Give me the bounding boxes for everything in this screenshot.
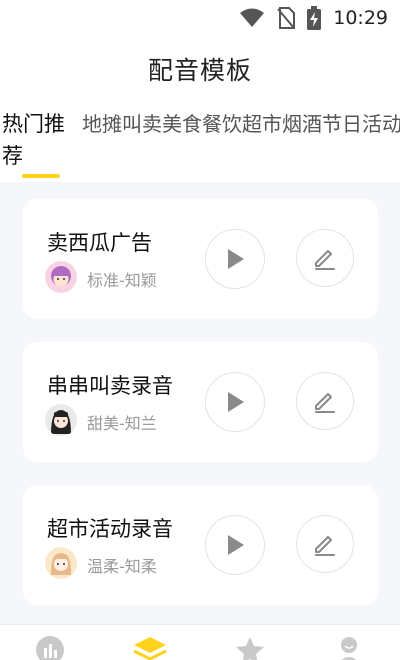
voice-name: 甜美-知兰 [87, 414, 157, 433]
voice-avatar [45, 261, 77, 293]
tab-label: 地摊叫卖 [82, 112, 162, 136]
nav-item-stats[interactable] [30, 635, 70, 660]
tab-label: 节日活动 [322, 112, 400, 136]
template-title: 串串叫卖录音 [47, 374, 173, 398]
no-sim-icon [277, 7, 296, 29]
tab-holiday-events[interactable]: 节日活动 [320, 102, 400, 182]
edit-button[interactable] [296, 372, 354, 430]
tab-label: 美食餐饮 [162, 112, 242, 136]
page-title: 配音模板 [147, 56, 252, 85]
profile-icon [341, 637, 357, 660]
star-icon [236, 637, 264, 660]
template-card[interactable]: 卖西瓜广告 标准-知颖 [23, 199, 378, 319]
play-button[interactable] [205, 372, 265, 432]
layers-icon [133, 637, 167, 660]
voice-name: 温柔-知柔 [87, 557, 157, 576]
play-icon [228, 249, 244, 269]
play-button[interactable] [205, 515, 265, 575]
status-bar: 10:29 [0, 0, 400, 36]
voice-avatar [45, 547, 77, 579]
tab-label: 热门推荐 [2, 112, 65, 168]
play-icon [228, 535, 244, 555]
template-card[interactable]: 超市活动录音 温柔-知柔 [23, 485, 378, 605]
template-title: 卖西瓜广告 [47, 231, 152, 255]
edit-button[interactable] [296, 515, 354, 573]
edit-icon [315, 393, 335, 413]
page-header: 配音模板 [0, 36, 400, 102]
category-tabs: 热门推荐 地摊叫卖 美食餐饮 超市烟酒 节日活动 [0, 102, 400, 182]
template-card[interactable]: 串串叫卖录音 甜美-知兰 [23, 342, 378, 462]
active-tab-indicator [22, 174, 60, 178]
tab-street-vending[interactable]: 地摊叫卖 [80, 102, 162, 182]
play-button[interactable] [205, 229, 265, 289]
tab-food-dining[interactable]: 美食餐饮 [160, 102, 242, 182]
bottom-nav [0, 624, 400, 660]
template-title: 超市活动录音 [47, 517, 173, 541]
nav-item-profile[interactable] [329, 635, 369, 660]
tab-hot-recommend[interactable]: 热门推荐 [0, 102, 80, 182]
nav-item-templates[interactable] [130, 635, 170, 660]
tab-supermarket-tobacco[interactable]: 超市烟酒 [240, 102, 322, 182]
wifi-icon [239, 8, 265, 28]
edit-icon [315, 250, 335, 270]
voice-avatar [45, 404, 77, 436]
battery-charging-icon [307, 6, 322, 30]
play-icon [228, 392, 244, 412]
edit-icon [315, 536, 335, 556]
voice-name: 标准-知颖 [87, 271, 157, 290]
nav-item-favorites[interactable] [230, 635, 270, 660]
edit-button[interactable] [296, 229, 354, 287]
status-time: 10:29 [333, 7, 388, 29]
chart-icon [36, 636, 64, 660]
tab-label: 超市烟酒 [242, 112, 322, 136]
